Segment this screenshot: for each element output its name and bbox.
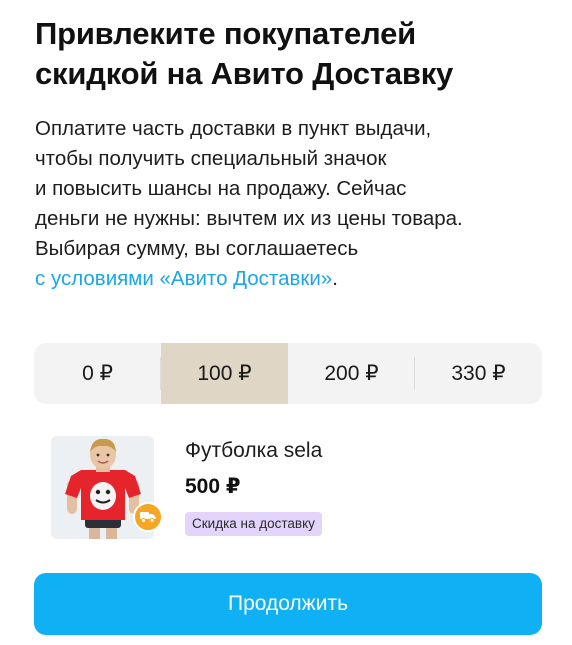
page-title-line: скидкой на Авито Доставку bbox=[35, 56, 454, 91]
description-line: деньги не нужны: вычтем их из цены товар… bbox=[35, 207, 463, 230]
amount-option-330[interactable]: 330 ₽ bbox=[415, 343, 542, 404]
amount-option-label: 0 ₽ bbox=[82, 362, 113, 385]
amount-option-0[interactable]: 0 ₽ bbox=[34, 343, 161, 404]
description-line: Выбирая сумму, вы соглашаетесь bbox=[35, 237, 359, 260]
terms-link-suffix: . bbox=[332, 267, 338, 290]
amount-option-200[interactable]: 200 ₽ bbox=[288, 343, 415, 404]
description-line: и повысить шансы на продажу. Сейчас bbox=[35, 177, 407, 200]
amount-option-100[interactable]: 100 ₽ bbox=[161, 343, 288, 404]
discount-amount-selector: 0 ₽ 100 ₽ 200 ₽ 330 ₽ bbox=[34, 343, 542, 404]
page-title-line: Привлеките покупателей bbox=[35, 16, 417, 51]
truck-icon bbox=[133, 502, 163, 532]
product-price: 500 ₽ bbox=[185, 475, 241, 498]
description: Оплатите часть доставки в пункт выдачи, … bbox=[35, 114, 550, 294]
description-last-line: с условиями «Авито Доставки». bbox=[35, 264, 550, 294]
discount-badge: Скидка на доставку bbox=[185, 512, 322, 536]
amount-option-label: 330 ₽ bbox=[451, 362, 506, 385]
product-name: Футболка sela bbox=[185, 439, 323, 462]
continue-button[interactable]: Продолжить bbox=[34, 573, 542, 635]
page-title: Привлеките покупателей скидкой на Авито … bbox=[35, 14, 545, 94]
terms-link[interactable]: с условиями «Авито Доставки» bbox=[35, 267, 332, 290]
product-card: Футболка sela 500 ₽ Скидка на доставку bbox=[51, 436, 501, 541]
delivery-discount-screen: Привлеките покупателей скидкой на Авито … bbox=[0, 0, 572, 645]
description-line: Оплатите часть доставки в пункт выдачи, bbox=[35, 117, 432, 140]
amount-option-label: 200 ₽ bbox=[324, 362, 379, 385]
description-line: чтобы получить специальный значок bbox=[35, 147, 387, 170]
amount-option-label: 100 ₽ bbox=[197, 362, 252, 385]
